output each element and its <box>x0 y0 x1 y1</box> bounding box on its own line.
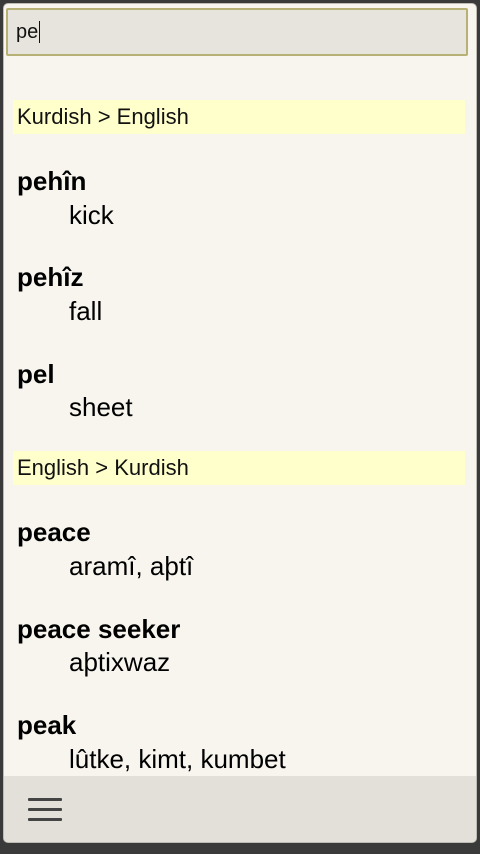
bottom-action-bar <box>4 776 476 842</box>
result-term[interactable]: pel <box>17 359 55 390</box>
section-header-kurdish-english: Kurdish > English <box>13 100 465 134</box>
result-translation[interactable]: aþtixwaz <box>69 647 170 678</box>
result-term[interactable]: pehîz <box>17 262 83 293</box>
search-input[interactable]: pe <box>6 8 468 56</box>
text-cursor <box>39 21 41 43</box>
result-translation[interactable]: kick <box>69 200 114 231</box>
result-translation[interactable]: sheet <box>69 392 133 423</box>
result-translation[interactable]: fall <box>69 296 102 327</box>
section-header-label: Kurdish > English <box>17 104 189 129</box>
results-list[interactable]: Kurdish > English pehîn kick pehîz fall … <box>4 64 476 774</box>
section-header-label: English > Kurdish <box>17 455 189 480</box>
search-input-value: pe <box>16 20 39 43</box>
result-term[interactable]: pehîn <box>17 166 86 197</box>
result-term[interactable]: peace seeker <box>17 614 180 645</box>
menu-hamburger-icon[interactable] <box>28 798 62 824</box>
result-translation[interactable]: lûtke, kimt, kumbet <box>69 744 286 774</box>
app-window: pe Kurdish > English pehîn kick pehîz fa… <box>4 4 476 842</box>
result-term[interactable]: peace <box>17 517 91 548</box>
result-term[interactable]: peak <box>17 710 76 741</box>
result-translation[interactable]: aramî, aþtî <box>69 551 193 582</box>
section-header-english-kurdish: English > Kurdish <box>13 451 465 485</box>
